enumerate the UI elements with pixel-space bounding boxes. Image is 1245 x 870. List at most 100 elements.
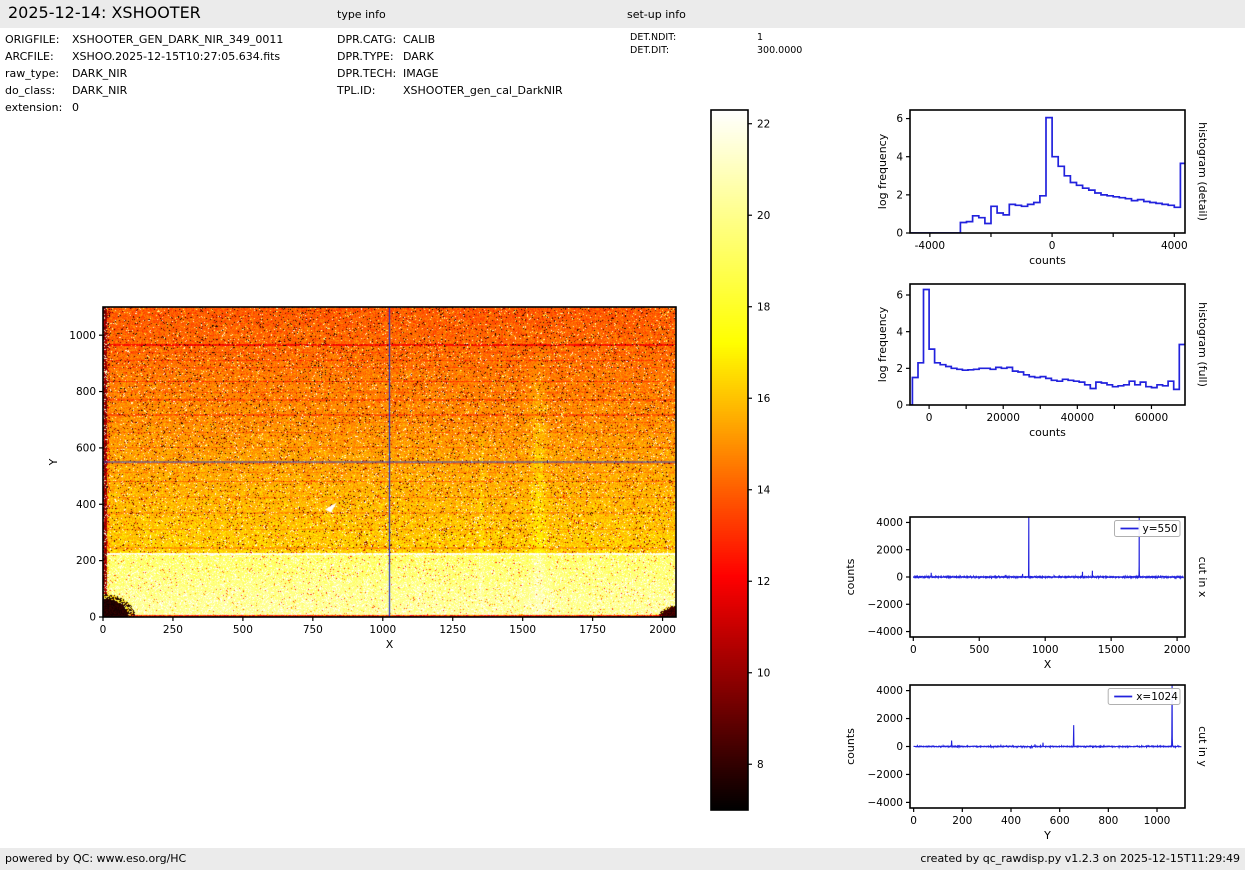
svg-text:histogram (detail): histogram (detail)	[1196, 122, 1209, 221]
svg-text:6: 6	[896, 290, 903, 302]
svg-text:histogram (full): histogram (full)	[1196, 302, 1209, 387]
metadata-row: raw_type: DARK_NIR	[5, 65, 283, 82]
svg-text:1000: 1000	[69, 330, 96, 342]
cut-x-series-line	[912, 517, 1184, 580]
hist-full-chart: 0 20000 40000 60000 0 2 4 6 counts log frequency h…	[876, 283, 1209, 439]
type-info-header: type info	[337, 8, 386, 21]
svg-text:log frequency: log frequency	[876, 133, 889, 209]
svg-text:400: 400	[1001, 815, 1021, 827]
svg-text:1000: 1000	[369, 624, 396, 636]
svg-text:counts: counts	[1029, 426, 1066, 439]
metadata-value: CALIB	[403, 33, 436, 46]
svg-text:10: 10	[757, 667, 770, 679]
svg-text:4: 4	[896, 326, 903, 338]
svg-text:250: 250	[163, 624, 183, 636]
footer-right-text: created by qc_rawdisp.py v1.2.3 on 2025-…	[920, 852, 1240, 865]
metadata-label: DPR.TECH:	[337, 67, 397, 80]
metadata-value: 1	[757, 32, 764, 43]
svg-text:400: 400	[76, 499, 96, 511]
svg-text:750: 750	[303, 624, 323, 636]
detector-image-heatmap	[103, 307, 676, 617]
hist-detail-series-line	[910, 116, 1185, 233]
svg-text:2000: 2000	[649, 624, 676, 636]
cut-x-chart: y=550 0 500 1000 1500 2000 −4000 −2000 0 2000 4000…	[844, 516, 1209, 671]
svg-text:Y: Y	[47, 458, 60, 466]
metadata-label: DET.NDIT:	[630, 32, 677, 43]
metadata-row: do_class: DARK_NIR	[5, 82, 283, 99]
svg-text:−4000: −4000	[867, 626, 903, 638]
svg-text:y=550: y=550	[1143, 523, 1178, 535]
svg-text:600: 600	[1050, 815, 1070, 827]
metadata-value: IMAGE	[403, 67, 439, 80]
svg-text:200: 200	[76, 555, 96, 567]
cut-x-legend: y=550	[1114, 520, 1181, 537]
metadata-value: 0	[72, 101, 79, 114]
svg-text:20: 20	[757, 210, 770, 222]
svg-text:8: 8	[757, 759, 764, 771]
svg-text:X: X	[1044, 658, 1052, 671]
svg-text:0: 0	[926, 412, 933, 424]
svg-text:0: 0	[1049, 240, 1056, 252]
svg-text:14: 14	[757, 484, 771, 496]
metadata-row: DET.DIT: 300.0000	[630, 45, 802, 58]
metadata-label: DPR.CATG:	[337, 33, 397, 46]
svg-text:-4000: -4000	[915, 240, 946, 252]
svg-text:12: 12	[757, 576, 770, 588]
svg-text:1500: 1500	[1098, 644, 1125, 656]
setup-info-block: DET.NDIT: 1 DET.DIT: 300.0000	[630, 32, 802, 57]
svg-text:600: 600	[76, 443, 96, 455]
cut-y-chart: x=1024 0 200 400 600 800 1000 −4000 −2000 0 2000 40…	[844, 684, 1209, 842]
svg-text:−2000: −2000	[867, 769, 903, 781]
page-title: 2025-12-14: XSHOOTER	[8, 3, 201, 22]
metadata-value: DARK	[403, 50, 434, 63]
svg-text:2: 2	[896, 363, 903, 375]
svg-text:0: 0	[100, 624, 107, 636]
svg-text:22: 22	[757, 118, 770, 130]
metadata-value: 300.0000	[757, 44, 803, 56]
cut-y-series-line	[913, 685, 1182, 750]
svg-text:0: 0	[896, 741, 903, 753]
svg-text:1250: 1250	[439, 624, 466, 636]
svg-text:800: 800	[1098, 815, 1118, 827]
metadata-row: DPR.CATG: CALIB	[337, 31, 563, 48]
svg-text:counts: counts	[1029, 254, 1066, 267]
metadata-row: extension: 0	[5, 99, 283, 116]
svg-text:4000: 4000	[876, 685, 903, 697]
svg-text:cut in x: cut in x	[1196, 557, 1209, 598]
setup-info-header: set-up info	[627, 8, 686, 21]
metadata-label: DET.DIT:	[630, 44, 670, 56]
svg-text:4: 4	[896, 151, 903, 163]
svg-text:0: 0	[896, 400, 903, 412]
svg-text:−4000: −4000	[867, 797, 903, 809]
metadata-label: TPL.ID:	[337, 84, 376, 97]
svg-text:X: X	[386, 638, 394, 651]
metadata-label: raw_type:	[5, 67, 60, 80]
metadata-value: XSHOOTER_gen_cal_DarkNIR	[403, 84, 563, 97]
svg-text:500: 500	[969, 644, 989, 656]
svg-text:cut in y: cut in y	[1196, 726, 1209, 767]
svg-text:2000: 2000	[1164, 644, 1191, 656]
metadata-row: TPL.ID: XSHOOTER_gen_cal_DarkNIR	[337, 82, 563, 99]
svg-text:60000: 60000	[1135, 412, 1168, 424]
cut-y-legend: x=1024	[1107, 688, 1181, 705]
svg-text:log frequency: log frequency	[876, 306, 889, 382]
metadata-label: ORIGFILE:	[5, 33, 60, 46]
svg-text:2: 2	[896, 189, 903, 201]
svg-text:x=1024: x=1024	[1136, 691, 1178, 703]
svg-text:0: 0	[910, 644, 917, 656]
qc-report-page: 2025-12-14: XSHOOTER type info set-up in…	[0, 0, 1245, 870]
metadata-value: DARK_NIR	[72, 84, 128, 97]
metadata-value: XSHOOTER_GEN_DARK_NIR_349_0011	[72, 33, 284, 46]
svg-text:0: 0	[896, 572, 903, 584]
svg-text:4000: 4000	[876, 517, 903, 529]
svg-text:4000: 4000	[1161, 240, 1188, 252]
hist-detail-chart: -4000 0 4000 0 2 4 6 counts log frequency histogr…	[876, 109, 1209, 267]
svg-text:18: 18	[757, 301, 770, 313]
svg-text:6: 6	[896, 113, 903, 125]
svg-text:500: 500	[233, 624, 253, 636]
metadata-row: ORIGFILE: XSHOOTER_GEN_DARK_NIR_349_0011	[5, 31, 283, 48]
metadata-label: do_class:	[5, 84, 56, 97]
svg-text:0: 0	[896, 228, 903, 240]
metadata-row: DET.NDIT: 1	[630, 32, 802, 45]
file-info-block: ORIGFILE: XSHOOTER_GEN_DARK_NIR_349_0011 …	[5, 31, 283, 116]
